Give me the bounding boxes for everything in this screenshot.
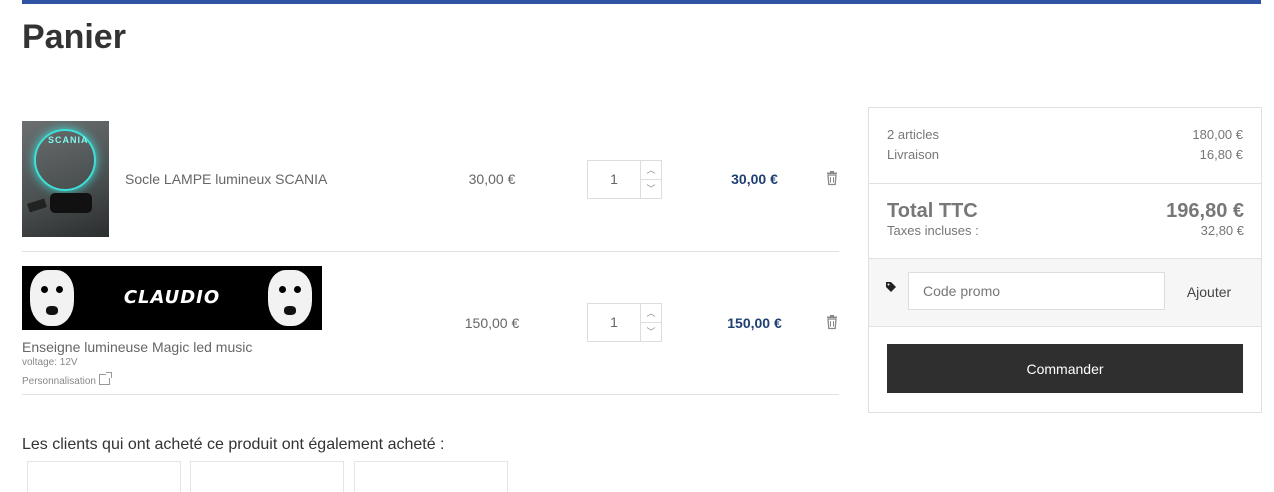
cart-summary: 2 articles 180,00 € Livraison 16,80 € To… [868, 107, 1262, 413]
tax-value: 32,80 € [1200, 223, 1244, 238]
quantity-stepper: 1 ︿ ﹀ [587, 303, 662, 342]
lamp-base-shape [50, 193, 92, 213]
unit-price: 30,00 € [468, 171, 516, 187]
quantity-buttons: ︿ ﹀ [640, 161, 661, 198]
trash-icon[interactable] [824, 314, 840, 330]
recommended-product-card[interactable] [190, 461, 344, 492]
tag-icon [886, 282, 896, 292]
product-name-link[interactable]: Enseigne lumineuse Magic led music [22, 339, 252, 355]
quantity-buttons: ︿ ﹀ [640, 304, 661, 341]
checkout-button[interactable]: Commander [887, 344, 1243, 393]
line-total: 30,00 € [731, 171, 778, 187]
total-label: Total TTC [887, 200, 978, 222]
cart-item: CLAUDIO Enseigne lumineuse Magic led mus… [22, 252, 839, 395]
summary-subtotals: 2 articles 180,00 € Livraison 16,80 € [869, 108, 1261, 184]
quantity-stepper: 1 ︿ ﹀ [587, 160, 662, 199]
quantity-input[interactable]: 1 [588, 161, 640, 198]
articles-label: 2 articles [887, 127, 940, 142]
product-image[interactable]: SCANIA [22, 121, 109, 237]
chevron-up-icon[interactable]: ︿ [641, 161, 661, 180]
remote-shape [27, 198, 47, 213]
cart-item: SCANIA Socle LAMPE lumineux SCANIA 30,00… [22, 108, 839, 252]
trash-icon[interactable] [824, 170, 840, 186]
promo-code-input[interactable] [908, 272, 1165, 310]
also-bought-heading: Les clients qui ont acheté ce produit on… [22, 436, 445, 453]
chevron-up-icon[interactable]: ︿ [641, 304, 661, 323]
page-title: Panier [22, 18, 126, 56]
recommended-product-card[interactable] [27, 461, 181, 492]
recommended-product-card[interactable] [354, 461, 508, 492]
quantity-input[interactable]: 1 [588, 304, 640, 341]
unit-price: 150,00 € [464, 315, 520, 331]
customization-link[interactable]: Personnalisation [22, 372, 112, 387]
shipping-line: Livraison 16,80 € [887, 147, 1243, 162]
articles-line: 2 articles 180,00 € [887, 127, 1243, 142]
chevron-down-icon[interactable]: ﹀ [641, 180, 661, 198]
product-attribute: voltage: 12V [22, 357, 78, 368]
summary-total: Total TTC 196,80 € Taxes incluses : 32,8… [869, 184, 1261, 259]
dog-head-graphic [268, 270, 312, 326]
chevron-down-icon[interactable]: ﹀ [641, 323, 661, 341]
shipping-label: Livraison [887, 147, 940, 162]
articles-value: 180,00 € [1192, 127, 1243, 142]
product-image-text: SCANIA [48, 135, 89, 145]
product-name-link[interactable]: Socle LAMPE lumineux SCANIA [125, 171, 327, 187]
add-promo-button[interactable]: Ajouter [1174, 272, 1244, 310]
line-total: 150,00 € [727, 315, 782, 331]
shipping-value: 16,80 € [1199, 147, 1243, 162]
total-value: 196,80 € [1166, 200, 1244, 222]
promo-section: Ajouter [869, 259, 1261, 327]
external-link-icon [98, 372, 112, 385]
product-image[interactable]: CLAUDIO [22, 266, 322, 330]
top-accent-bar [22, 0, 1261, 4]
customization-label: Personnalisation [22, 376, 96, 387]
tax-label: Taxes incluses : [887, 223, 979, 238]
